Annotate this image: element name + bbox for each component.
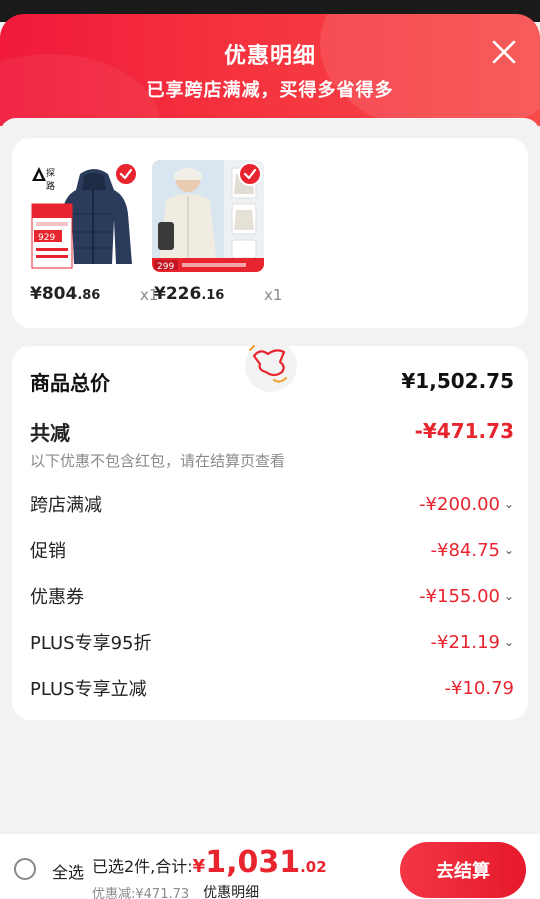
discount-value: -¥155.00 — [419, 585, 500, 607]
saved-summary: 优惠减:¥471.73 优惠明细 — [92, 882, 259, 899]
discount-row-promotion[interactable]: 促销 -¥84.75 ⌄ — [30, 535, 514, 565]
discount-summary-card: 商品总价 ¥1,502.75 共减 -¥471.73 以下优惠不包含红包，请在结… — [12, 340, 528, 720]
check-icon — [243, 168, 257, 180]
total-price-row: 商品总价 ¥1,502.75 — [30, 366, 514, 396]
discount-label: 优惠券 — [30, 587, 84, 608]
total-price-label: 商品总价 — [30, 370, 110, 395]
selected-total: 已选2件,合计: ¥ 1,031 .02 — [92, 848, 327, 878]
product-card: 929 探路 ¥804.86 x1 299 ¥226.16 x1 — [12, 138, 528, 328]
product-image[interactable]: 299 — [152, 160, 264, 272]
discount-label: 跨店满减 — [30, 495, 102, 516]
total-amount-int: 1,031 — [205, 845, 301, 880]
discount-value: -¥200.00 — [419, 493, 500, 515]
total-saved-value: -¥471.73 — [414, 419, 514, 443]
total-currency: ¥ — [192, 856, 206, 877]
discount-label: PLUS专享95折 — [30, 633, 152, 654]
tag-price: 299 — [157, 262, 174, 272]
product-qty: x1 — [264, 286, 283, 304]
select-all-checkbox[interactable] — [14, 858, 36, 880]
selected-count-text: 已选2件,合计: — [92, 857, 193, 876]
select-all-label[interactable]: 全选 — [52, 859, 84, 883]
close-icon — [492, 40, 516, 64]
product-checkbox[interactable] — [114, 162, 138, 186]
page-subtitle: 已享跨店满减，买得多省得多 — [146, 80, 394, 101]
checkout-bar: 全选 已选2件,合计: ¥ 1,031 .02 优惠减:¥471.73 优惠明细… — [0, 834, 540, 899]
discount-label: PLUS专享立减 — [30, 679, 147, 700]
chevron-down-icon[interactable]: ⌄ — [504, 497, 514, 511]
total-amount-dec: .02 — [300, 858, 327, 876]
discount-row-coupon[interactable]: 优惠券 -¥155.00 ⌄ — [30, 581, 514, 611]
total-saved-label: 共减 — [30, 420, 70, 445]
product-checkbox[interactable] — [238, 162, 262, 186]
discount-detail-link[interactable]: 优惠明细 — [203, 882, 259, 899]
product-item[interactable]: 929 探路 ¥804.86 x1 — [28, 160, 158, 304]
discount-value: -¥21.19 — [430, 631, 500, 653]
close-button[interactable] — [486, 34, 522, 70]
discount-value: -¥84.75 — [430, 539, 500, 561]
discount-label: 促销 — [30, 541, 66, 562]
saved-amount-text: 优惠减:¥471.73 — [92, 886, 190, 899]
page-title: 优惠明细 — [223, 44, 316, 69]
discount-row-plus-direct: PLUS专享立减 -¥10.79 — [30, 673, 514, 703]
chevron-down-icon[interactable]: ⌄ — [504, 635, 514, 649]
checkout-button[interactable]: 去结算 — [400, 842, 526, 898]
chevron-down-icon[interactable]: ⌄ — [504, 589, 514, 603]
product-price: ¥804.86 — [30, 284, 101, 304]
brand-logo-icon — [32, 167, 46, 181]
total-saved-row: 共减 -¥471.73 — [30, 416, 514, 446]
product-item[interactable]: 299 ¥226.16 x1 — [152, 160, 282, 304]
discount-row-plus-95[interactable]: PLUS专享95折 -¥21.19 ⌄ — [30, 627, 514, 657]
total-price-value: ¥1,502.75 — [401, 369, 514, 393]
header: 优惠明细 已享跨店满减，买得多省得多 — [0, 14, 540, 126]
check-icon — [119, 168, 133, 180]
discount-note: 以下优惠不包含红包，请在结算页查看 — [30, 452, 286, 470]
discount-row-cross-store[interactable]: 跨店满减 -¥200.00 ⌄ — [30, 489, 514, 519]
product-price: ¥226.16 — [154, 284, 225, 304]
discount-value: -¥10.79 — [444, 677, 514, 699]
product-image[interactable]: 929 探路 — [28, 160, 140, 272]
brand-mark: 探路 — [46, 169, 56, 192]
chevron-down-icon[interactable]: ⌄ — [504, 543, 514, 557]
tag-price: 929 — [38, 233, 55, 243]
